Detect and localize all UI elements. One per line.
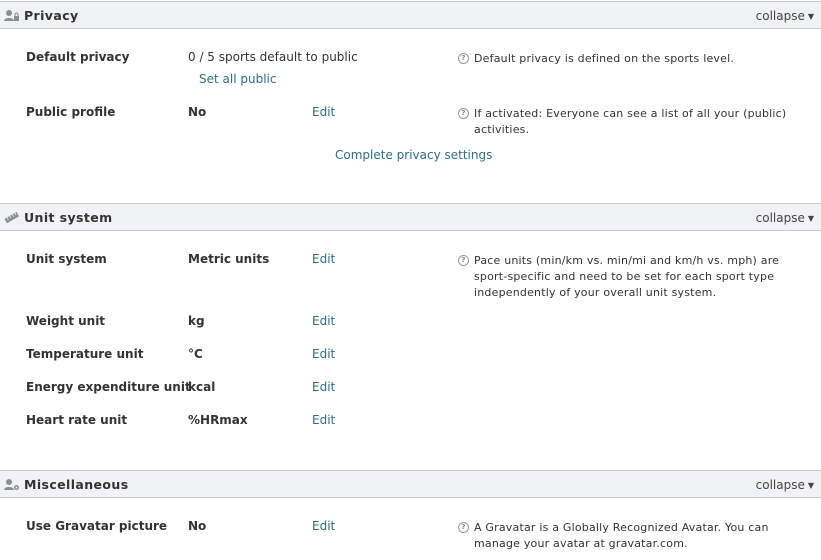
question-circle-icon: ?: [458, 522, 469, 533]
collapse-button[interactable]: collapse ▼: [756, 211, 814, 225]
energy-unit-label: Energy expenditure unit: [26, 380, 191, 394]
public-profile-value: No: [188, 105, 207, 119]
gravatar-edit-button[interactable]: Edit: [312, 519, 335, 533]
energy-unit-value: kcal: [188, 380, 216, 394]
public-profile-edit-button[interactable]: Edit: [312, 105, 335, 119]
complete-privacy-settings-link[interactable]: Complete privacy settings: [335, 148, 492, 162]
collapse-label: collapse: [755, 9, 805, 23]
heart-rate-unit-edit-button[interactable]: Edit: [312, 413, 335, 427]
weight-unit-edit-button[interactable]: Edit: [312, 314, 335, 328]
unit-system-section-header: Unit system collapse ▼: [0, 203, 821, 231]
ruler-icon: [4, 211, 20, 224]
weight-unit-label: Weight unit: [26, 314, 106, 328]
temperature-unit-label: Temperature unit: [26, 347, 144, 361]
gravatar-label: Use Gravatar picture: [26, 519, 168, 533]
section-title: Miscellaneous: [24, 477, 129, 492]
public-profile-hint: ? If activated: Everyone can see a list …: [458, 106, 808, 138]
unit-system-hint: ? Pace units (min/km vs. min/mi and km/h…: [458, 253, 808, 301]
default-privacy-value: 0 / 5 sports default to public: [188, 50, 358, 64]
default-privacy-hint: ? Default privacy is defined on the spor…: [458, 51, 808, 67]
user-gear-icon: [4, 478, 20, 491]
privacy-section-header: Privacy collapse ▼: [0, 1, 821, 29]
caret-down-icon: ▼: [807, 214, 814, 223]
hint-text: A Gravatar is a Globally Recognized Avat…: [474, 521, 769, 550]
collapse-label: collapse: [755, 478, 805, 492]
gravatar-value: No: [188, 519, 207, 533]
weight-unit-value: kg: [188, 314, 205, 328]
question-circle-icon: ?: [458, 108, 469, 119]
caret-down-icon: ▼: [807, 12, 814, 21]
gravatar-hint: ? A Gravatar is a Globally Recognized Av…: [458, 520, 808, 552]
collapse-label: collapse: [755, 211, 805, 225]
temperature-unit-edit-button[interactable]: Edit: [312, 347, 335, 361]
default-privacy-label: Default privacy: [26, 50, 130, 64]
public-profile-label: Public profile: [26, 105, 116, 119]
question-circle-icon: ?: [458, 255, 469, 266]
collapse-button[interactable]: collapse ▼: [756, 9, 814, 23]
section-title: Unit system: [24, 210, 113, 225]
hint-text: Default privacy is defined on the sports…: [474, 52, 735, 65]
unit-system-value: Metric units: [188, 252, 270, 266]
set-all-public-link[interactable]: Set all public: [199, 72, 276, 86]
energy-unit-edit-button[interactable]: Edit: [312, 380, 335, 394]
unit-system-label: Unit system: [26, 252, 107, 266]
unit-system-edit-button[interactable]: Edit: [312, 252, 335, 266]
question-circle-icon: ?: [458, 53, 469, 64]
heart-rate-unit-label: Heart rate unit: [26, 413, 128, 427]
misc-section-header: Miscellaneous collapse ▼: [0, 470, 821, 498]
hint-text: Pace units (min/km vs. min/mi and km/h v…: [474, 254, 780, 299]
heart-rate-unit-value: %HRmax: [188, 413, 248, 427]
caret-down-icon: ▼: [807, 481, 814, 490]
user-lock-icon: [4, 9, 20, 22]
temperature-unit-value: °C: [188, 347, 203, 361]
collapse-button[interactable]: collapse ▼: [756, 478, 814, 492]
hint-text: If activated: Everyone can see a list of…: [474, 107, 787, 136]
section-title: Privacy: [24, 8, 79, 23]
